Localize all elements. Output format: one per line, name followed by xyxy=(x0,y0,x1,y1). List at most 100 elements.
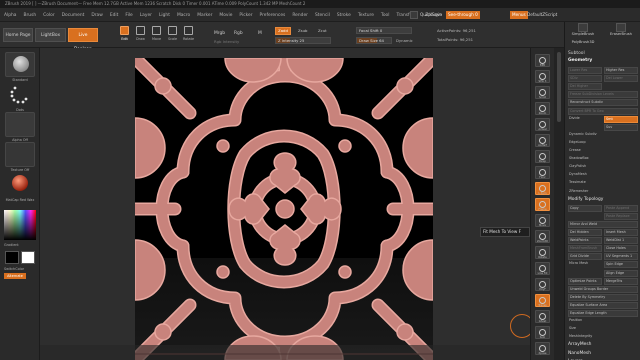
menu-item[interactable]: Alpha xyxy=(4,13,16,18)
polybrush3d-thumb[interactable]: PolyBrush3D xyxy=(565,40,601,44)
right-shelf-button[interactable]: Rotate xyxy=(535,246,550,259)
right-shelf-button[interactable]: AAHalf xyxy=(535,134,550,147)
menu-item[interactable]: Render xyxy=(292,13,308,18)
texture-picker[interactable]: Texture Off xyxy=(4,142,36,172)
del-lower-button[interactable]: Del Lower xyxy=(604,75,638,83)
menu-item[interactable]: Document xyxy=(62,13,85,18)
align-edge-button[interactable]: Align Edge xyxy=(604,269,638,277)
eraserbrush-thumb[interactable]: EraserBrush xyxy=(603,23,639,36)
nanomesh-button[interactable]: NanoMesh xyxy=(568,351,591,356)
color-picker[interactable] xyxy=(4,210,36,240)
equalize-surface-area-button[interactable]: Equalize Surface Area xyxy=(568,301,638,309)
menu-item[interactable]: Texture xyxy=(358,13,374,18)
right-shelf-button[interactable]: Ghost xyxy=(535,310,550,323)
modify-topology-button[interactable]: Modify Topology xyxy=(568,197,603,202)
dynamesh-button[interactable]: DynaMesh xyxy=(568,172,638,179)
spin-edge-button[interactable]: Spin Edge xyxy=(604,261,638,269)
m-button[interactable]: M xyxy=(258,31,262,36)
weld-points-button[interactable]: WeldPoints xyxy=(568,237,602,245)
del-higher-button[interactable]: Del Higher xyxy=(568,83,602,91)
alpha-picker[interactable]: Alpha Off xyxy=(4,112,36,142)
menu-item[interactable]: Brush xyxy=(23,13,36,18)
scroll-thumb[interactable] xyxy=(557,52,561,122)
right-shelf-button[interactable]: Transp xyxy=(535,294,550,307)
right-shelf-button[interactable]: Xpose xyxy=(535,342,550,355)
dynamic-button[interactable]: Dynamic xyxy=(396,38,413,43)
delete-by-symmetry-button[interactable]: Delete By Symmetry xyxy=(568,293,638,301)
live-boolean-button[interactable]: Live Boolean xyxy=(68,28,98,52)
right-shelf-button[interactable]: Actual xyxy=(535,118,550,131)
right-shelf-button[interactable]: Scroll xyxy=(535,86,550,99)
crease-button[interactable]: Crease xyxy=(568,148,638,155)
right-shelf-button[interactable]: Persp xyxy=(535,150,550,163)
micro-mesh-button[interactable]: Micro Mesh xyxy=(568,261,602,268)
insert-mesh-button[interactable]: Insert Mesh xyxy=(604,229,638,236)
smt-button[interactable]: Smt xyxy=(604,115,638,123)
material-picker[interactable]: MatCap Red Wax xyxy=(4,172,36,202)
edit-mode-button[interactable]: Edit xyxy=(118,25,131,45)
right-shelf-button[interactable]: Move xyxy=(535,214,550,227)
rotate-mode-button[interactable]: Rotate xyxy=(182,25,195,45)
rgb-button[interactable]: Rgb xyxy=(234,31,243,36)
stroke-picker[interactable]: Dots xyxy=(4,82,36,112)
mesh-from-brush-button[interactable]: MeshFromBrush xyxy=(568,245,602,253)
lower-res-button[interactable]: Lower Res xyxy=(568,67,602,74)
geometry-header[interactable]: Geometry xyxy=(568,58,592,63)
menu-item[interactable]: Movie xyxy=(219,13,232,18)
quicksave-button[interactable]: QuickSave xyxy=(420,11,442,19)
right-shelf-button[interactable]: Solo xyxy=(535,326,550,339)
viewport[interactable] xyxy=(40,48,530,360)
menu-item[interactable]: Stroke xyxy=(337,13,351,18)
menu-item[interactable]: Marker xyxy=(197,13,212,18)
reconstruct-button[interactable]: Reconstruct Subdiv xyxy=(568,99,638,107)
switch-color-button[interactable]: SwitchColor xyxy=(4,267,24,271)
close-holes-button[interactable]: Close Holes xyxy=(604,245,638,253)
copy-button[interactable]: Copy xyxy=(568,204,602,212)
paste-append-button[interactable]: Paste Append xyxy=(604,204,638,212)
right-shelf-button[interactable]: Zoom xyxy=(535,102,550,115)
right-shelf-button[interactable]: Line Fill xyxy=(535,262,550,275)
mirror-weld-button[interactable]: Mirror And Weld xyxy=(568,220,638,228)
menu-item[interactable]: Light xyxy=(159,13,170,18)
meshintegrity-button[interactable]: MeshIntegrity xyxy=(568,334,638,341)
optimize-points-button[interactable]: Optimize Points xyxy=(568,277,602,285)
menu-item[interactable]: Picker xyxy=(239,13,252,18)
right-shelf-button[interactable]: BPR xyxy=(535,54,550,67)
zsub-button[interactable]: Zsub xyxy=(298,28,307,33)
claypolish-button[interactable]: ClayPolish xyxy=(568,164,638,171)
ac-icon[interactable] xyxy=(410,11,418,19)
menu-item[interactable]: Color xyxy=(43,13,54,18)
edgeloop-button[interactable]: EdgeLoop xyxy=(568,140,638,147)
weld-dist-button[interactable]: WeldDist 1 xyxy=(604,237,638,245)
menu-item[interactable]: Macro xyxy=(177,13,190,18)
secondary-color-swatch[interactable] xyxy=(21,251,35,264)
scale-mode-button[interactable]: Scale xyxy=(166,25,179,45)
right-shelf-button[interactable]: SPix 3 xyxy=(535,70,550,83)
home-page-button[interactable]: Home Page xyxy=(3,28,33,42)
menus-toggle[interactable]: Menus xyxy=(510,11,528,19)
suv-button[interactable]: Suv xyxy=(604,123,638,131)
menu-item[interactable]: Preferences xyxy=(260,13,286,18)
grid-divide-button[interactable]: Grid Divide xyxy=(568,253,602,261)
lightbox-button[interactable]: LightBox xyxy=(35,28,66,42)
menu-item[interactable]: Tool xyxy=(381,13,390,18)
divide-button[interactable]: Divide xyxy=(568,116,602,123)
dynamic-subdiv-button[interactable]: Dynamic Subdiv xyxy=(568,132,638,139)
right-shelf-button[interactable]: Frame xyxy=(535,198,550,211)
freeze-button[interactable]: Freeze SubDivision Levels xyxy=(568,91,638,99)
draw-size-slider[interactable]: Draw Size 64 xyxy=(356,37,392,44)
right-shelf-button[interactable]: L.Sym xyxy=(535,182,550,195)
brush-picker[interactable]: Standard xyxy=(4,52,36,82)
right-shelf-button[interactable]: PolyF xyxy=(535,278,550,291)
merge-tris-button[interactable]: MergeTris xyxy=(604,277,638,285)
zcut-button[interactable]: Zcut xyxy=(318,28,327,33)
z-intensity-slider[interactable]: Z Intensity 25 xyxy=(275,37,331,44)
focal-shift-slider[interactable]: Focal Shift 0 xyxy=(356,27,412,34)
alternate-button[interactable]: Alternate xyxy=(4,273,26,279)
tessimate-button[interactable]: Tessimate xyxy=(568,180,638,187)
draw-mode-button[interactable]: Draw xyxy=(134,25,147,45)
uv-segments-button[interactable]: UV Segments 1 xyxy=(604,253,638,261)
menu-item[interactable]: Stencil xyxy=(315,13,330,18)
main-color-swatch[interactable] xyxy=(5,251,19,264)
convert-button[interactable]: Convert BPR To Geo xyxy=(568,107,638,115)
